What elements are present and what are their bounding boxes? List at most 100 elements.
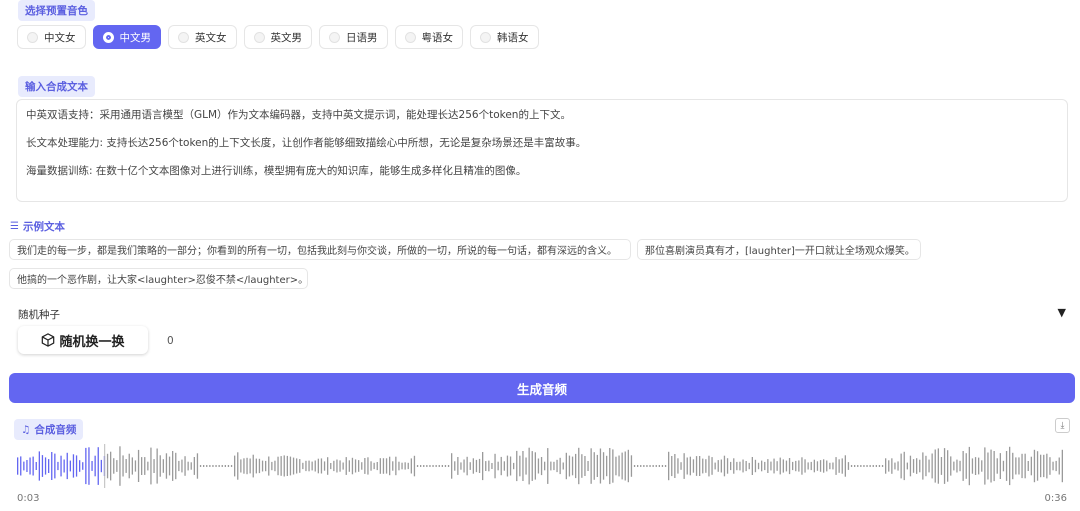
waveform-bar [196, 453, 199, 479]
voice-option-ko-female[interactable]: 韩语女 [470, 25, 539, 49]
waveform-bar [17, 457, 19, 475]
waveform-bar [1030, 456, 1032, 476]
waveform-bar [292, 457, 295, 475]
voice-option-yue-female[interactable]: 粤语女 [394, 25, 463, 49]
waveform-bar [131, 457, 133, 475]
playhead[interactable] [104, 444, 106, 488]
waveform-bar [466, 456, 468, 476]
waveform-bar [215, 465, 217, 467]
voice-option-ja-male[interactable]: 日语男 [319, 25, 388, 49]
waveform-bar [773, 458, 775, 474]
waveform-bar [844, 455, 846, 477]
voice-section-label-text: 选择预置音色 [25, 5, 88, 17]
waveform-bar [999, 453, 1001, 479]
waveform-bar [175, 452, 177, 480]
waveform-bar [75, 455, 78, 477]
waveform-bar [813, 459, 815, 473]
waveform-bar [23, 461, 25, 471]
waveform-bar [668, 451, 670, 481]
waveform-bar [147, 461, 149, 471]
generate-audio-button[interactable]: 生成音频 [9, 373, 1075, 403]
download-icon[interactable]: ⤓ [1055, 418, 1070, 433]
waveform-bar [956, 459, 958, 473]
waveform-bar [277, 456, 279, 476]
waveform-bar [509, 456, 512, 476]
voice-option-label: 中文男 [119, 31, 152, 44]
waveform-bar [413, 455, 416, 477]
waveform-bar [469, 462, 471, 470]
waveform-bar [503, 461, 505, 471]
text-line: 长文本处理能力: 支持长达256个token的上下文长度，让创作者能够细致描绘心… [26, 137, 587, 149]
radio-icon [27, 31, 38, 43]
waveform-bar [69, 460, 71, 472]
waveform-bar [370, 461, 372, 471]
voice-option-en-male[interactable]: 英文男 [243, 25, 312, 49]
waveform-bar [1040, 454, 1042, 478]
waveform-bar [950, 456, 952, 476]
waveform-bar [181, 459, 183, 473]
waveform-bar [990, 449, 992, 483]
voice-option-zh-male[interactable]: 中文男 [92, 25, 161, 49]
waveform-bar [35, 462, 37, 470]
waveform-bar [965, 453, 967, 479]
waveform-bar [243, 458, 245, 474]
waveform-bar [745, 461, 747, 472]
waveform-bar [906, 462, 908, 470]
example-text-chip[interactable]: 那位喜剧演员真有才，[laughter]一开口就让全场观众爆笑。 [637, 239, 921, 260]
waveform-bar [699, 456, 701, 476]
waveform-bar [224, 465, 226, 467]
waveform-bar [720, 459, 722, 473]
waveform-bar [447, 465, 450, 467]
waveform-bar [823, 459, 825, 473]
waveform-bar [234, 455, 236, 477]
waveform-bar [829, 462, 831, 470]
waveform-bar [1018, 457, 1020, 475]
waveform-bar [525, 457, 527, 475]
waveform-bar [203, 465, 205, 467]
waveform-bar [640, 465, 642, 467]
synthesis-text-input[interactable]: 中英双语支持：采用通用语言模型（GLM）作为文本编码器，支持中英文提示词，能处理… [16, 99, 1068, 202]
waveform-bar [739, 461, 741, 471]
waveform-bar [919, 459, 921, 473]
dice-icon [42, 333, 55, 347]
waveform-bar [79, 460, 81, 472]
waveform-bar [1009, 446, 1011, 486]
waveform-bar [305, 460, 307, 472]
waveform-bar [438, 465, 440, 467]
example-text-chip[interactable]: 他搞的一个恶作剧，让大家<laughter>忍俊不禁</laughter>。 [9, 268, 308, 289]
randomize-seed-button[interactable]: 随机换一换 [18, 326, 148, 354]
waveform-bar [1055, 460, 1057, 472]
examples-label: ☰ 示例文本 [10, 219, 65, 234]
waveform-bar [184, 456, 186, 476]
waveform-bar [110, 451, 112, 481]
waveform-bar [485, 461, 487, 471]
waveform-bar [66, 452, 68, 480]
voice-option-label: 英文男 [270, 31, 303, 44]
example-text-chip[interactable]: 我们走的每一步，都是我们策略的一部分；你看到的所有一切，包括我此刻与你交谈，所做… [9, 239, 631, 260]
collapse-toggle-icon[interactable]: ▼ [1058, 306, 1066, 319]
waveform-bar [261, 460, 264, 472]
waveform-bar [587, 461, 589, 471]
waveform-bar [385, 458, 388, 474]
waveform-bar [168, 456, 171, 476]
input-section-label: 输入合成文本 [18, 76, 95, 97]
waveform-bar [553, 461, 555, 471]
waveform-bar [531, 451, 533, 481]
waveform-bar [578, 447, 580, 485]
waveform-bar [993, 451, 995, 482]
waveform-bar [128, 453, 130, 479]
radio-icon [404, 31, 416, 43]
voice-option-en-female[interactable]: 英文女 [168, 25, 237, 49]
waveform-bar [317, 458, 319, 474]
waveform-bar [748, 462, 750, 470]
voice-option-zh-female[interactable]: 中文女 [17, 25, 86, 49]
audio-waveform[interactable] [17, 444, 1067, 488]
waveform-bar [1058, 457, 1060, 475]
waveform-bar [612, 449, 614, 483]
waveform-bar [351, 457, 354, 475]
waveform-bar [757, 462, 760, 470]
waveform-bar [361, 462, 363, 470]
waveform-bar [122, 455, 124, 477]
waveform-bar [82, 462, 84, 470]
waveform-bar [916, 458, 918, 474]
